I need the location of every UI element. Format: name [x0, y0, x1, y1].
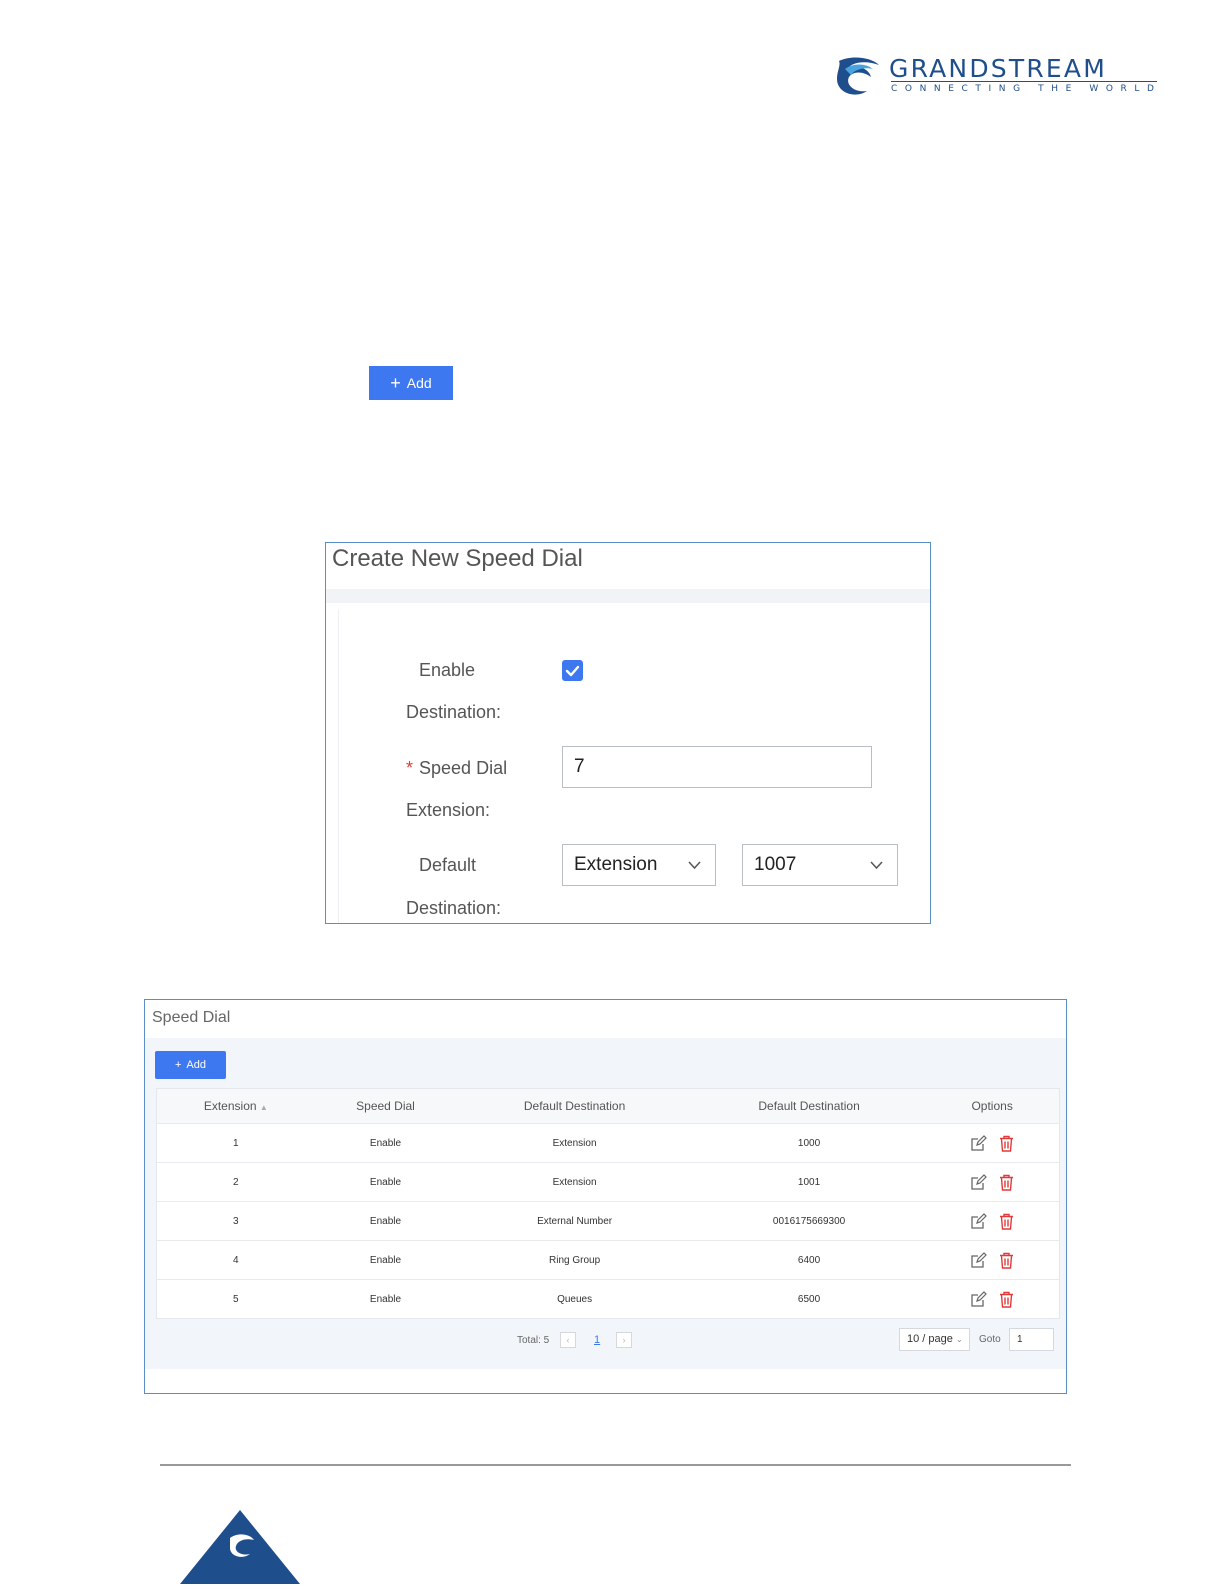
cell-extension: 1 [233, 1137, 239, 1149]
cell-options [925, 1173, 1059, 1191]
cell-options [925, 1290, 1059, 1308]
speed-dial-label-text: Speed Dial [419, 758, 508, 778]
grandstream-swirl-icon [837, 57, 879, 95]
cell-destination-value: 1001 [797, 1176, 821, 1188]
chevron-down-icon: ⌄ [955, 1335, 963, 1344]
speed-dial-extension-value: 7 [574, 756, 585, 777]
cell-extension: 5 [233, 1293, 239, 1305]
column-extension-label: Extension [203, 1099, 257, 1113]
table-header: Extension ▲︎ Speed Dial Default Destinat… [157, 1089, 1059, 1124]
default-destination-label-line1: Default [419, 855, 477, 875]
add-button-label: Add [406, 375, 432, 391]
cell-destination-type: Queues [557, 1293, 593, 1305]
prev-page-button[interactable]: ‹ [560, 1332, 576, 1348]
enable-destination-label-line1: Enable [419, 660, 476, 680]
cell-extension: 4 [233, 1254, 239, 1266]
table-row: 1 Enable Extension 1000 [157, 1124, 1059, 1163]
grandstream-footer-icon [180, 1510, 300, 1584]
delete-icon[interactable] [999, 1291, 1014, 1308]
cell-extension: 3 [233, 1215, 239, 1227]
checkmark-icon [565, 665, 580, 677]
column-header-extension[interactable]: Extension ▲︎ [157, 1099, 315, 1113]
required-marker: * [406, 758, 414, 778]
speed-dial-extension-label-line1: * Speed Dial [406, 758, 507, 779]
footer-logo [180, 1510, 300, 1589]
column-header-destination-value: Default Destination [758, 1099, 860, 1113]
brand-name: GRANDSTREAM [889, 54, 1107, 83]
pagination: Total: 5 ‹ 1 › 10 / page ⌄ Goto 1 [145, 1327, 1066, 1355]
destination-value-select[interactable]: 1007 [742, 844, 898, 886]
plus-icon: + [174, 1059, 182, 1071]
edit-icon[interactable] [970, 1212, 987, 1230]
goto-input[interactable]: 1 [1009, 1328, 1054, 1351]
column-header-options: Options [971, 1099, 1013, 1113]
destination-value: 1007 [754, 854, 797, 875]
next-page-button[interactable]: › [616, 1332, 632, 1348]
destination-type-value: Extension [574, 854, 658, 875]
panel-body: + Add Extension ▲︎ Speed Dial Default De… [145, 1038, 1066, 1369]
cell-destination-value: 0016175669300 [772, 1215, 846, 1227]
edit-icon[interactable] [970, 1251, 987, 1269]
brand-divider [891, 81, 1157, 82]
table-row: 5 Enable Queues 6500 [157, 1280, 1059, 1318]
column-header-speed-dial: Speed Dial [356, 1099, 415, 1113]
grandstream-logo: GRANDSTREAM CONNECTING THE WORLD [835, 52, 1165, 102]
edit-icon[interactable] [970, 1134, 987, 1152]
cell-destination-value: 6400 [797, 1254, 821, 1266]
brand-tagline: CONNECTING THE WORLD [891, 84, 1162, 94]
cell-extension: 2 [233, 1176, 239, 1188]
chevron-down-icon [688, 861, 701, 870]
speed-dial-add-button[interactable]: + Add [155, 1051, 226, 1079]
page-size-select[interactable]: 10 / page ⌄ [899, 1328, 970, 1351]
table-row: 2 Enable Extension 1001 [157, 1163, 1059, 1202]
goto-label: Goto [979, 1334, 1001, 1345]
page-number[interactable]: 1 [594, 1334, 600, 1346]
edit-icon[interactable] [970, 1290, 987, 1308]
delete-icon[interactable] [999, 1213, 1014, 1230]
cell-options [925, 1134, 1059, 1152]
cell-speed-dial: Enable [369, 1293, 402, 1305]
enable-destination-checkbox[interactable] [562, 660, 583, 681]
cell-options [925, 1212, 1059, 1230]
cell-destination-type: External Number [537, 1215, 613, 1227]
sort-icon: ▲︎ [259, 1103, 268, 1112]
cell-speed-dial: Enable [369, 1215, 402, 1227]
cell-speed-dial: Enable [369, 1137, 402, 1149]
cell-destination-value: 1000 [797, 1137, 821, 1149]
cell-destination-type: Extension [552, 1137, 597, 1149]
speed-dial-extension-input[interactable]: 7 [562, 746, 872, 788]
page-size-value: 10 / page [907, 1333, 953, 1345]
table-row: 3 Enable External Number 0016175669300 [157, 1202, 1059, 1241]
dialog-title: Create New Speed Dial [332, 545, 583, 572]
chevron-down-icon [870, 861, 883, 870]
cell-options [925, 1251, 1059, 1269]
add-button[interactable]: + Add [369, 366, 453, 400]
cell-destination-type: Ring Group [549, 1254, 601, 1266]
footer-divider [160, 1464, 1071, 1466]
cell-destination-value: 6500 [797, 1293, 821, 1305]
table-row: 4 Enable Ring Group 6400 [157, 1241, 1059, 1280]
cell-destination-type: Extension [552, 1176, 597, 1188]
panel-title: Speed Dial [152, 1009, 231, 1026]
speed-dial-extension-label-line2: Extension: [406, 800, 491, 820]
cell-speed-dial: Enable [369, 1176, 402, 1188]
destination-type-select[interactable]: Extension [562, 844, 716, 886]
speed-dial-panel: Speed Dial + Add Extension ▲︎ Speed Dial… [144, 999, 1067, 1394]
delete-icon[interactable] [999, 1252, 1014, 1269]
plus-icon: + [390, 373, 401, 393]
delete-icon[interactable] [999, 1135, 1014, 1152]
default-destination-label-line2: Destination: [406, 898, 502, 918]
delete-icon[interactable] [999, 1174, 1014, 1191]
enable-destination-label-line2: Destination: [406, 702, 502, 722]
dialog-header-divider [326, 589, 930, 603]
speed-dial-table: Extension ▲︎ Speed Dial Default Destinat… [156, 1088, 1060, 1319]
speed-dial-add-label: Add [186, 1059, 206, 1071]
column-header-destination-type: Default Destination [523, 1099, 626, 1113]
edit-icon[interactable] [970, 1173, 987, 1191]
cell-speed-dial: Enable [369, 1254, 402, 1266]
pagination-total: Total: 5 [517, 1335, 550, 1346]
